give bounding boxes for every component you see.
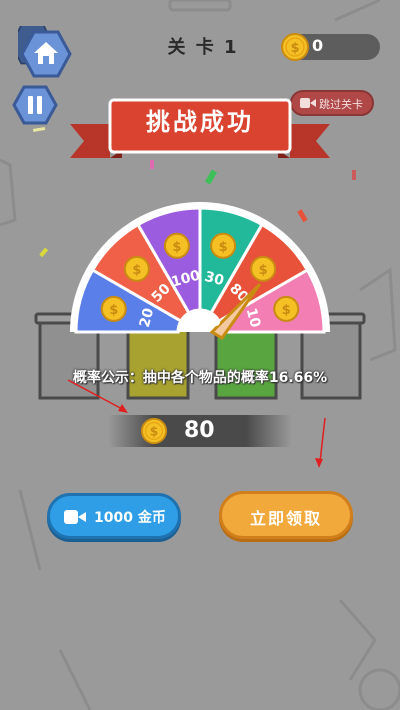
- claim-now-button[interactable]: 立即领取: [219, 491, 353, 539]
- coin-counter: $ 0: [281, 33, 380, 61]
- prize-wheel: $20$50$100$30 $80$10: [70, 202, 330, 341]
- coin-icon: $: [163, 232, 190, 259]
- svg-text:$: $: [150, 425, 158, 439]
- video-reward-label: 1000 金币: [94, 510, 166, 526]
- claim-now-label: 立即领取: [249, 509, 322, 528]
- svg-text:$: $: [282, 303, 291, 318]
- home-button[interactable]: [10, 24, 74, 82]
- coin-icon: $: [273, 295, 300, 322]
- svg-text:$: $: [259, 263, 268, 278]
- pause-button[interactable]: [12, 84, 58, 126]
- svg-text:$: $: [132, 263, 141, 278]
- success-title: 挑战成功: [146, 108, 254, 136]
- svg-text:$: $: [172, 240, 181, 255]
- video-reward-button[interactable]: 1000 金币: [47, 493, 181, 539]
- level-title: 关 卡 1: [167, 37, 239, 58]
- probability-notice: 概率公示：抽中各个物品的概率16.66%: [72, 370, 328, 386]
- reward-display: $ 80: [108, 415, 292, 447]
- coin-icon: $: [100, 295, 127, 322]
- video-icon: [64, 510, 86, 524]
- svg-text:$: $: [290, 41, 299, 56]
- coin-icon: $: [210, 232, 237, 259]
- coin-count: 0: [312, 36, 324, 55]
- svg-text:$: $: [219, 240, 228, 255]
- coin-icon: $: [250, 255, 277, 282]
- reward-amount: 80: [184, 418, 215, 443]
- home-icon: [10, 24, 72, 78]
- pause-icon: [12, 85, 58, 125]
- coin-icon: $: [123, 255, 150, 282]
- wheel-pointer-hub: [212, 318, 220, 326]
- svg-text:$: $: [109, 303, 118, 318]
- coin-icon: $: [281, 33, 309, 61]
- coin-icon: $: [140, 417, 168, 445]
